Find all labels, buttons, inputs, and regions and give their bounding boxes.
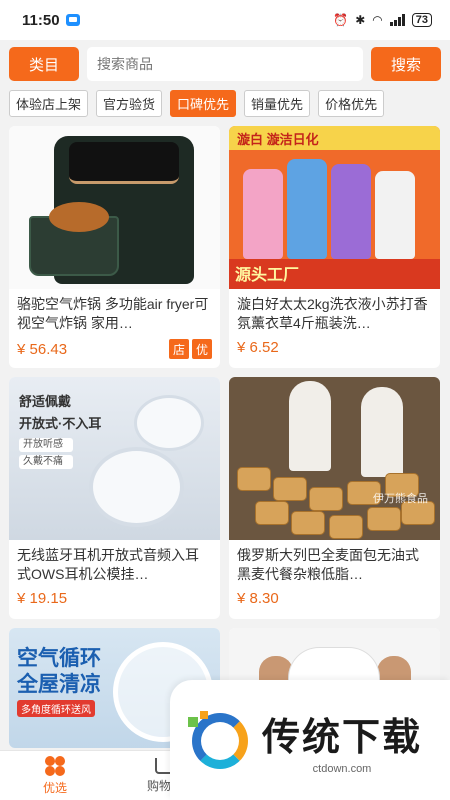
product-image-bread: 伊万熊食品 xyxy=(229,377,440,540)
tab-official-inspection[interactable]: 官方验货 xyxy=(96,89,163,117)
alarm-icon: ⏰ xyxy=(333,13,349,27)
nav-featured[interactable]: 优选 xyxy=(0,751,110,800)
status-bar: 11:50 ⏰ ✱ ◠ 73 xyxy=(0,0,450,40)
tab-store-listing[interactable]: 体验店上架 xyxy=(9,89,89,117)
product-grid: 骆驼空气炸锅 多功能air fryer可视空气炸锅 家用… ¥ 56.43 店 … xyxy=(0,120,450,748)
product-image-air-fryer xyxy=(9,126,220,289)
product-title: 骆驼空气炸锅 多功能air fryer可视空气炸锅 家用… xyxy=(17,296,209,331)
image-headline: 空气循环 全屋清凉 xyxy=(17,647,101,696)
search-row: 类目 搜索 xyxy=(0,42,450,86)
store-badge: 店 xyxy=(169,339,189,359)
brand-logo xyxy=(188,709,250,771)
image-text-line1: 舒适佩戴 xyxy=(19,394,72,409)
product-price: ¥ 19.15 xyxy=(17,590,68,607)
product-price: ¥ 8.30 xyxy=(237,590,279,607)
product-card[interactable]: 伊万熊食品 俄罗斯大列巴全麦面包无油式黑麦代餐杂粮低脂… ¥ 8.30 xyxy=(229,377,440,619)
product-title: 漩白好太太2kg洗衣液小苏打香氛薰衣草4斤瓶装洗… xyxy=(237,296,428,331)
message-icon xyxy=(65,14,80,26)
product-title: 无线蓝牙耳机开放式音频入耳式OWS耳机公模挂… xyxy=(17,547,199,582)
clover-icon xyxy=(45,755,65,776)
product-image-detergent: 漩白 漩洁日化 源头工厂 xyxy=(229,126,440,289)
category-button[interactable]: 类目 xyxy=(9,47,79,81)
image-tag: 开放听感 xyxy=(19,438,73,452)
search-button[interactable]: 搜索 xyxy=(371,47,441,81)
watermark-title: 传统下载 xyxy=(262,714,423,759)
tab-sales[interactable]: 销量优先 xyxy=(244,89,311,117)
wifi-icon: ◠ xyxy=(372,13,383,27)
tab-price[interactable]: 价格优先 xyxy=(318,89,385,117)
product-card[interactable]: 骆驼空气炸锅 多功能air fryer可视空气炸锅 家用… ¥ 56.43 店 … xyxy=(9,126,220,368)
signal-icon xyxy=(389,14,405,26)
search-input[interactable] xyxy=(87,47,363,81)
battery-indicator: 73 xyxy=(411,13,432,27)
image-watermark: 伊万熊食品 xyxy=(373,493,428,505)
product-card[interactable]: 舒适佩戴 开放式·不入耳 开放听感 久戴不痛 无线蓝牙耳机开放式音频入耳式OWS… xyxy=(9,377,220,619)
tab-reputation[interactable]: 口碑优先 xyxy=(170,89,237,117)
sort-tabs: 体验店上架 官方验货 口碑优先 销量优先 价格优先 xyxy=(0,86,450,120)
watermark-overlay: 传统下载 ctdown.com xyxy=(170,680,450,800)
product-price: ¥ 56.43 xyxy=(17,340,68,358)
status-time: 11:50 xyxy=(22,11,60,29)
image-banner-text: 漩白 漩洁日化 xyxy=(229,126,440,150)
product-card[interactable]: 漩白 漩洁日化 源头工厂 漩白好太太2kg洗衣液小苏打香氛薰衣草4斤瓶装洗… ¥… xyxy=(229,126,440,368)
product-price: ¥ 6.52 xyxy=(237,339,279,356)
image-subline: 多角度循环送风 xyxy=(17,700,95,717)
product-title: 俄罗斯大列巴全麦面包无油式黑麦代餐杂粮低脂… xyxy=(237,547,419,582)
image-tag: 久戴不痛 xyxy=(19,455,73,469)
product-image-earbuds: 舒适佩戴 开放式·不入耳 开放听感 久戴不痛 xyxy=(9,377,220,540)
image-text-line2: 开放式·不入耳 xyxy=(19,416,102,431)
bluetooth-icon: ✱ xyxy=(355,13,366,27)
nav-label: 优选 xyxy=(42,780,67,795)
image-footer-text: 源头工厂 xyxy=(235,267,300,284)
watermark-url: ctdown.com xyxy=(312,762,372,775)
premium-badge: 优 xyxy=(192,339,212,359)
